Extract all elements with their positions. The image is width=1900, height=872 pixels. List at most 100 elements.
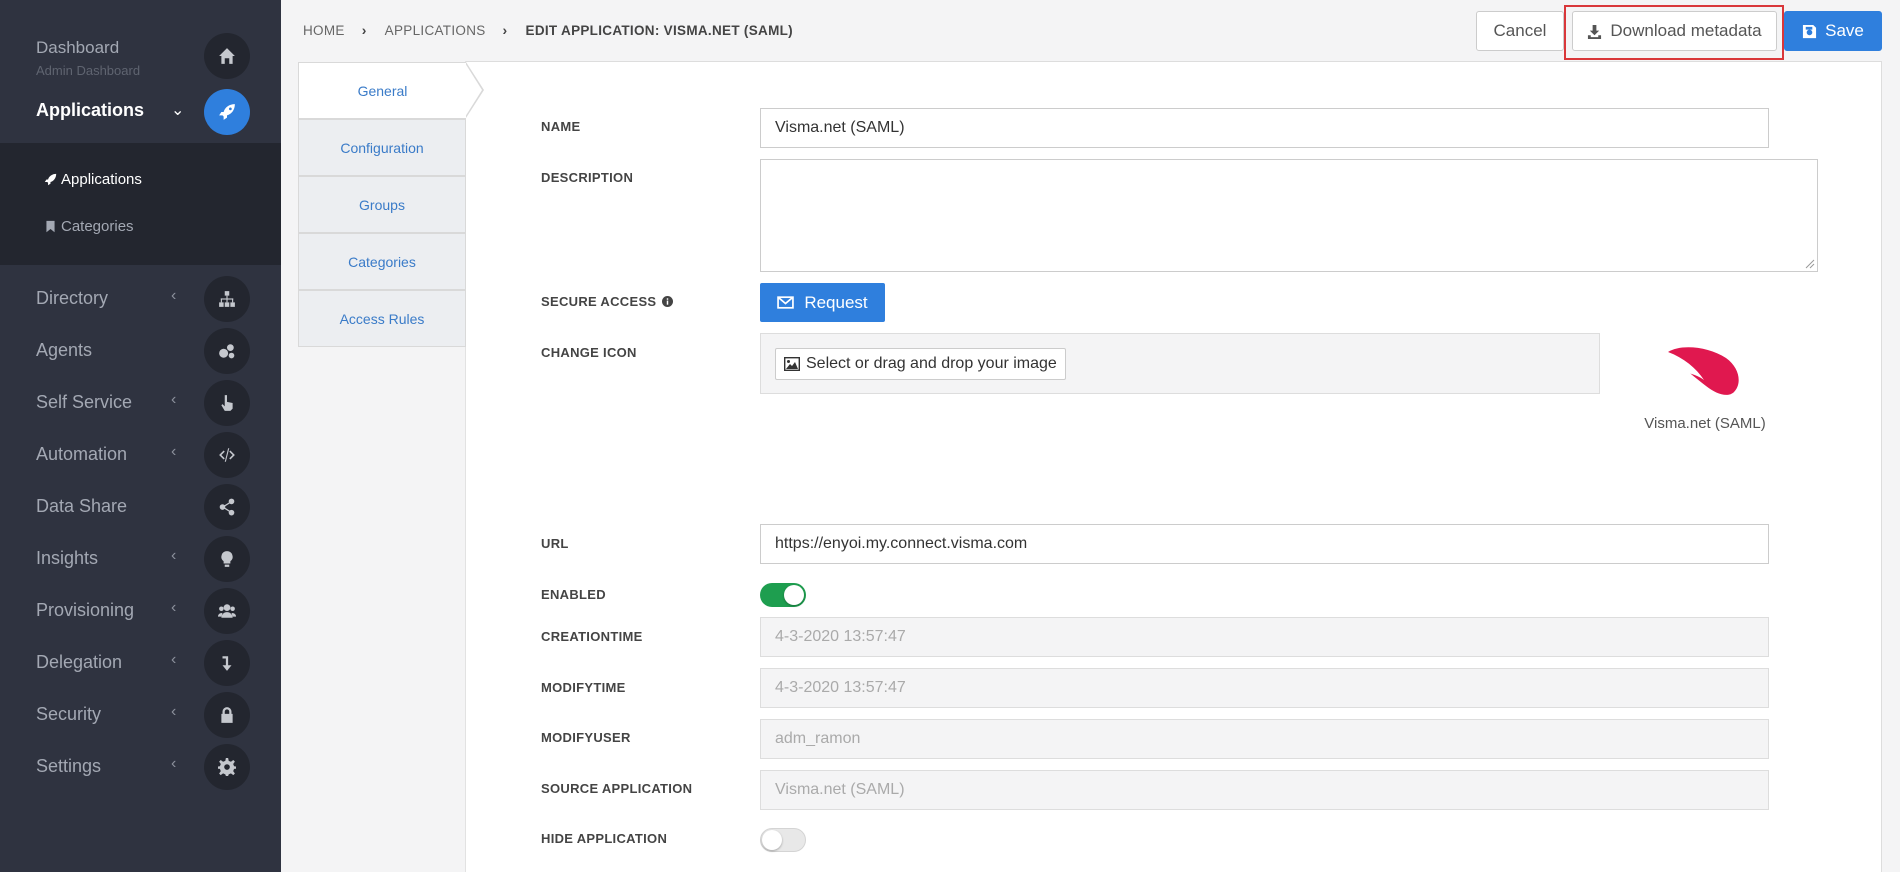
toggle-knob [784,585,804,605]
sidebar-item-applications[interactable]: Applications ⌄ [0,85,281,137]
sidebar-item-label: Dashboard [36,38,120,57]
tab-general[interactable]: General [298,62,466,119]
hand-pointer-icon [204,380,250,426]
save-button[interactable]: Save [1784,11,1882,51]
source-application-label: SOURCE APPLICATION [541,781,693,796]
sidebar-item-automation[interactable]: Automation ‹ [0,429,281,481]
rocket-icon [204,89,250,135]
chevron-left-icon: ‹ [171,391,177,408]
cog-icon [204,744,250,790]
secure-access-label-group: SECURE ACCESS [541,294,674,309]
app-name-caption: Visma.net (SAML) [1644,415,1766,432]
sidebar-item-label: Security [36,704,102,724]
creationtime-field: 4-3-2020 13:57:47 [760,617,1769,657]
name-label: NAME [541,119,581,134]
home-icon [204,33,250,79]
sidebar-item-self-service[interactable]: Self Service ‹ [0,377,281,429]
tab-label: General [357,82,408,99]
tab-groups[interactable]: Groups [298,176,466,233]
breadcrumb-current: EDIT APPLICATION: VISMA.NET (SAML) [525,22,793,38]
sidebar-item-label: Applications [36,100,145,120]
chevron-left-icon: ‹ [171,755,177,772]
chevron-left-icon: ‹ [171,651,177,668]
tab-label: Categories [348,253,416,270]
icon-dropzone[interactable]: Select or drag and drop your image [760,333,1600,394]
resize-handle-icon[interactable] [1805,259,1815,269]
name-field[interactable]: Visma.net (SAML) [760,108,1769,148]
sidebar-subitem-applications[interactable]: Applications [44,171,142,188]
chevron-left-icon: ‹ [171,599,177,616]
modifyuser-field: adm_ramon [760,719,1769,759]
visma-logo-icon [1668,347,1739,395]
request-button[interactable]: Request [760,283,885,322]
chevron-right-icon: › [361,22,367,38]
code-icon [204,432,250,478]
sidebar-subitem-categories[interactable]: Categories [44,218,134,235]
breadcrumb-home[interactable]: HOME [303,23,345,38]
select-image-button[interactable]: Select or drag and drop your image [775,348,1066,380]
share-icon [204,484,250,530]
chevron-left-icon: ‹ [171,547,177,564]
sidebar-item-sublabel: Admin Dashboard [36,63,141,78]
sidebar-item-label: Insights [36,548,99,568]
download-metadata-label: Download metadata [1610,21,1762,40]
tab-label: Access Rules [339,310,425,327]
sidebar-subitem-label: Categories [61,218,134,235]
breadcrumb: HOME › APPLICATIONS › EDIT APPLICATION: … [303,22,793,38]
chevron-down-icon: ⌄ [171,102,185,119]
chevron-left-icon: ‹ [171,703,177,720]
sidebar-subitem-label: Applications [61,171,142,188]
source-application-field: Visma.net (SAML) [760,770,1769,810]
creationtime-value: 4-3-2020 13:57:47 [775,628,906,645]
sidebar-item-settings[interactable]: Settings ‹ [0,741,281,793]
url-field[interactable]: https://enyoi.my.connect.visma.com [760,524,1769,564]
info-icon[interactable] [662,296,674,307]
download-metadata-button[interactable]: Download metadata [1572,11,1777,51]
save-icon [1803,24,1817,38]
tab-access-rules[interactable]: Access Rules [298,290,466,347]
chevron-right-icon: › [502,22,508,38]
bookmark-icon [46,220,55,233]
secure-access-label: SECURE ACCESS [541,294,657,309]
sidebar-item-security[interactable]: Security ‹ [0,689,281,741]
hide-application-toggle[interactable] [760,828,806,852]
level-down-icon [204,640,250,686]
sidebar-item-label: Settings [36,756,102,776]
sidebar-item-delegation[interactable]: Delegation ‹ [0,637,281,689]
image-icon [784,357,800,371]
sidebar-item-agents[interactable]: Agents [0,325,281,377]
sidebar-item-insights[interactable]: Insights ‹ [0,533,281,585]
sidebar-item-label: Provisioning [36,600,135,620]
sidebar-item-directory[interactable]: Directory ‹ [0,273,281,325]
sidebar-item-label: Delegation [36,652,123,672]
toggle-knob [762,830,782,850]
save-button-label: Save [1825,21,1864,40]
lightbulb-icon [204,536,250,582]
sitemap-icon [204,276,250,322]
tab-categories[interactable]: Categories [298,233,466,290]
modifytime-label: MODIFYTIME [541,680,626,695]
tab-label: Configuration [340,139,424,156]
url-field-value: https://enyoi.my.connect.visma.com [775,535,1028,552]
sidebar-item-label: Automation [36,444,128,464]
request-button-label: Request [804,292,868,312]
name-field-value: Visma.net (SAML) [775,119,905,136]
description-label: DESCRIPTION [541,170,634,185]
envelope-icon [777,296,795,309]
sidebar-item-data-share[interactable]: Data Share [0,481,281,533]
select-image-label: Select or drag and drop your image [806,355,1057,372]
enabled-toggle[interactable] [760,583,806,607]
modifytime-field: 4-3-2020 13:57:47 [760,668,1769,708]
chevron-left-icon: ‹ [171,287,177,304]
rocket-icon [44,173,57,186]
download-icon [1588,24,1602,39]
users-icon [204,588,250,634]
sidebar-item-provisioning[interactable]: Provisioning ‹ [0,585,281,637]
breadcrumb-applications[interactable]: APPLICATIONS [385,23,486,38]
tab-configuration[interactable]: Configuration [298,119,466,176]
cancel-button[interactable]: Cancel [1476,11,1564,51]
sidebar: Dashboard Admin Dashboard Applications ⌄… [0,0,281,872]
tab-active-arrow-inner [465,63,482,117]
sidebar-item-dashboard[interactable]: Dashboard Admin Dashboard [0,30,281,82]
description-field[interactable] [760,159,1818,272]
